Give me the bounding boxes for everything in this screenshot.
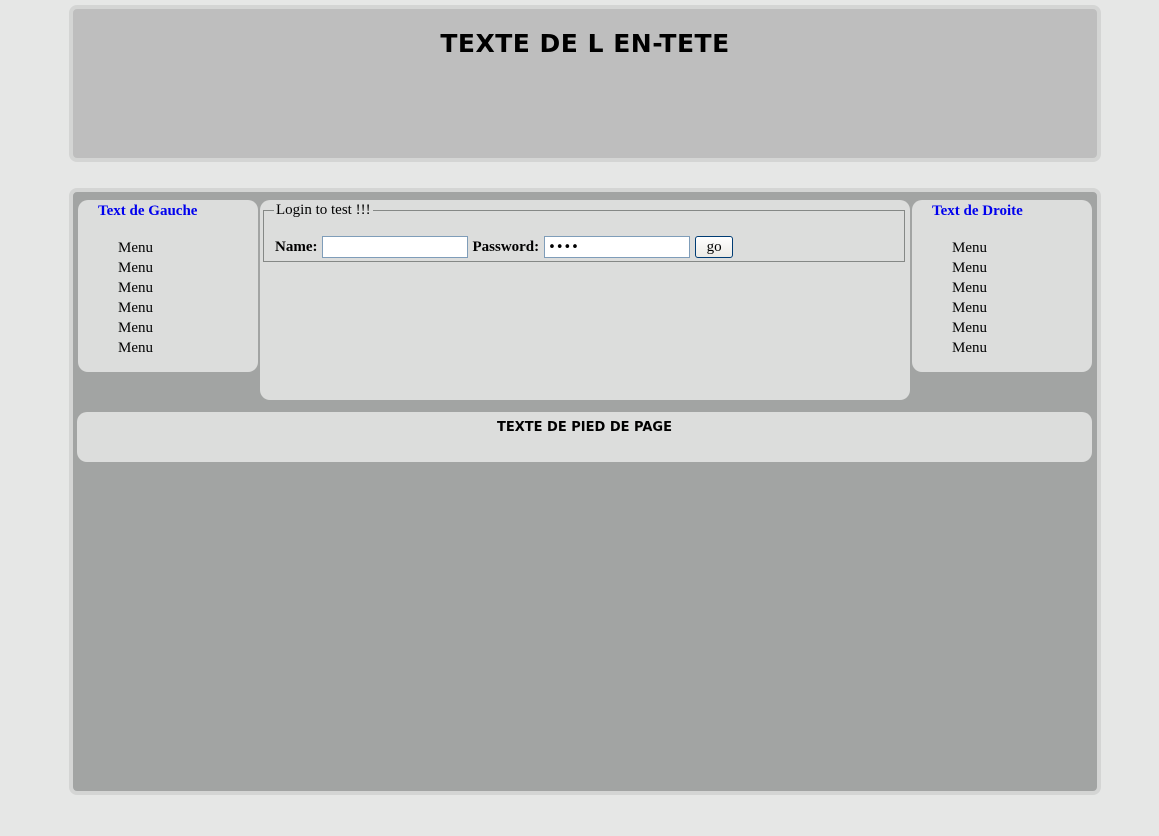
right-menu-item[interactable]: Menu — [952, 318, 987, 338]
left-menu-item[interactable]: Menu — [118, 318, 153, 338]
login-fieldset: Login to test !!! Name: Password: go — [263, 202, 905, 262]
right-menu-item[interactable]: Menu — [952, 278, 987, 298]
name-label: Name: — [275, 238, 318, 255]
right-sidebar: Text de Droite Menu Menu Menu Menu Menu … — [912, 200, 1092, 372]
main-container: Text de Gauche Menu Menu Menu Menu Menu … — [69, 188, 1101, 795]
page-footer: TEXTE DE PIED DE PAGE — [77, 412, 1092, 462]
left-menu-item[interactable]: Menu — [118, 258, 153, 278]
right-sidebar-menu: Menu Menu Menu Menu Menu Menu — [952, 238, 987, 358]
name-input[interactable] — [322, 236, 469, 258]
left-menu-item[interactable]: Menu — [118, 338, 153, 358]
left-menu-item[interactable]: Menu — [118, 298, 153, 318]
right-menu-item[interactable]: Menu — [952, 338, 987, 358]
header-title: TEXTE DE L EN-TETE — [440, 29, 730, 58]
page-header: TEXTE DE L EN-TETE — [69, 5, 1101, 162]
login-legend: Login to test !!! — [276, 202, 371, 218]
left-menu-item[interactable]: Menu — [118, 278, 153, 298]
password-input[interactable] — [544, 236, 691, 258]
password-label: Password: — [472, 238, 540, 255]
right-menu-item[interactable]: Menu — [952, 258, 987, 278]
right-sidebar-title: Text de Droite — [932, 203, 1023, 219]
left-menu-item[interactable]: Menu — [118, 238, 153, 258]
login-form: Name: Password: go — [275, 236, 734, 258]
right-menu-item[interactable]: Menu — [952, 298, 987, 318]
go-button[interactable]: go — [695, 236, 734, 258]
left-sidebar: Text de Gauche Menu Menu Menu Menu Menu … — [78, 200, 258, 372]
center-content: Login to test !!! Name: Password: go — [260, 200, 910, 400]
footer-text: TEXTE DE PIED DE PAGE — [497, 420, 672, 435]
left-sidebar-title: Text de Gauche — [98, 203, 198, 219]
right-menu-item[interactable]: Menu — [952, 238, 987, 258]
left-sidebar-menu: Menu Menu Menu Menu Menu Menu — [118, 238, 153, 358]
